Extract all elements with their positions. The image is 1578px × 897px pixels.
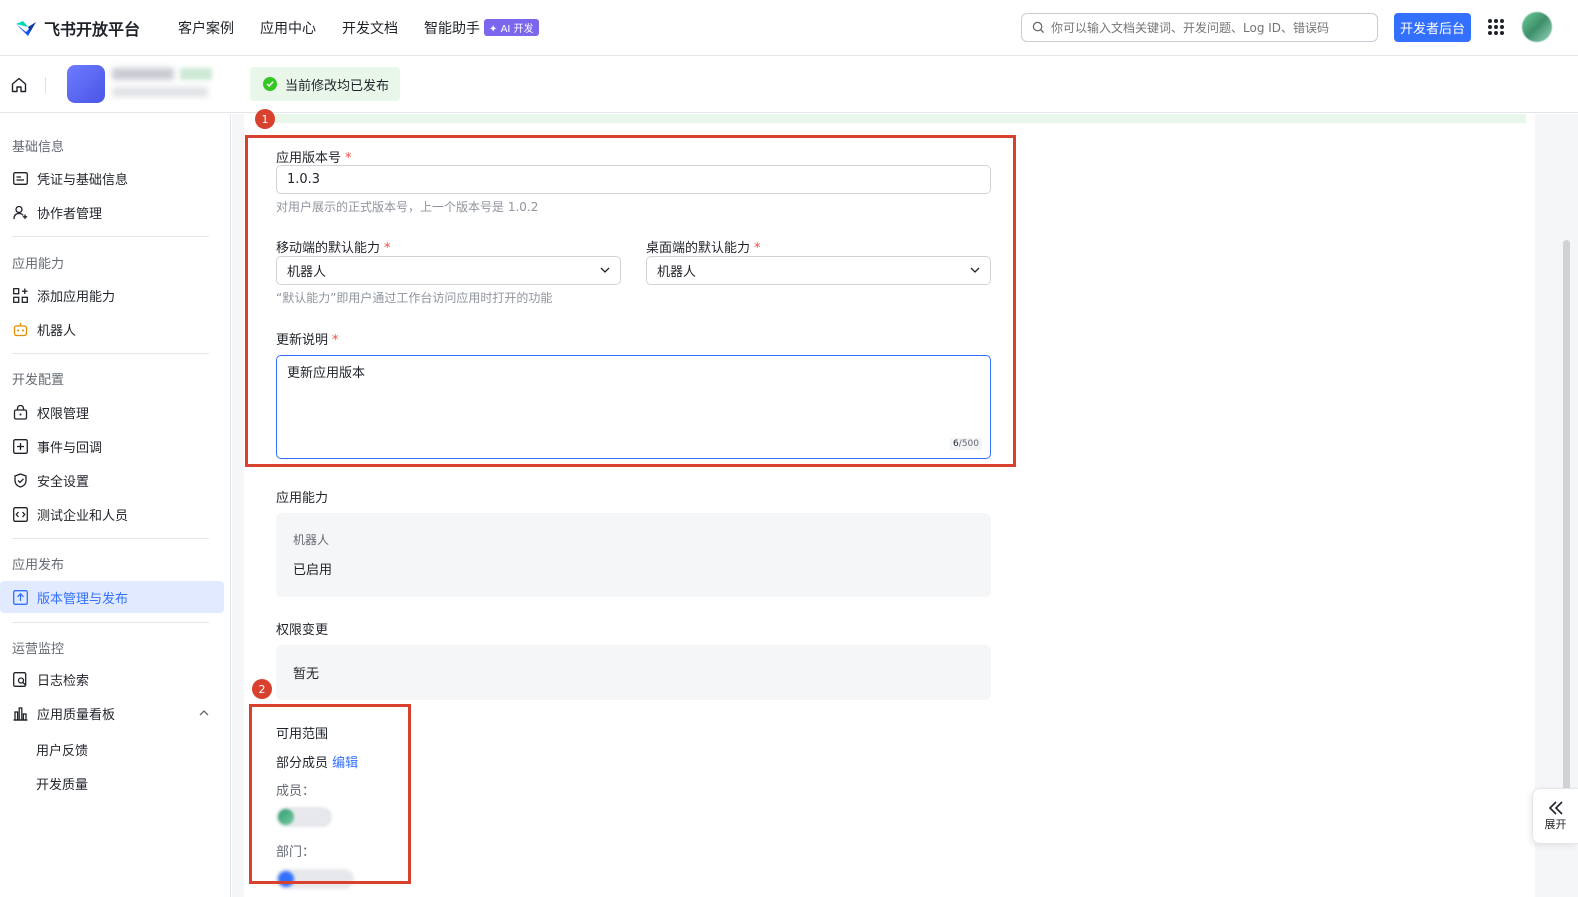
sidebar-divider <box>12 236 209 237</box>
robot-icon <box>12 321 28 337</box>
ai-badge: ✦ AI 开发 <box>484 19 539 36</box>
feishu-logo[interactable]: 飞书开放平台 <box>14 16 140 40</box>
scrollbar-thumb[interactable] <box>1563 240 1570 790</box>
user-add-icon <box>12 204 28 220</box>
sidebar-item-credentials[interactable]: 凭证与基础信息 <box>0 162 224 194</box>
sidebar-item-test-tenants[interactable]: 测试企业和人员 <box>0 498 224 530</box>
nav-smart-assistant[interactable]: 智能助手 ✦ AI 开发 <box>424 18 539 38</box>
double-chevron-left-icon <box>1548 801 1563 815</box>
sidebar: 基础信息 凭证与基础信息 协作者管理 应用能力 添加应用能力 机器人 开发配置 … <box>0 114 231 897</box>
nav-dev-docs[interactable]: 开发文档 <box>342 18 398 38</box>
sidebar-item-label: 事件与回调 <box>37 440 103 456</box>
search-icon <box>1032 21 1045 34</box>
check-circle-icon <box>263 77 277 91</box>
feishu-logo-icon <box>14 18 38 38</box>
sidebar-item-label: 测试企业和人员 <box>37 508 129 524</box>
capability-name: 机器人 <box>293 533 330 547</box>
app-id-redacted <box>112 87 208 97</box>
sidebar-divider <box>12 622 209 623</box>
log-search-icon <box>12 671 28 687</box>
lock-icon <box>12 404 28 420</box>
sidebar-item-collaborators[interactable]: 协作者管理 <box>0 196 224 228</box>
permission-change-box: 暂无 <box>276 645 991 700</box>
sidebar-section-basic: 基础信息 <box>12 140 65 155</box>
sidebar-item-quality-board[interactable]: 应用质量看板 <box>0 697 224 729</box>
status-strip <box>274 114 1526 123</box>
search-input[interactable] <box>1051 20 1371 35</box>
app-tag-redacted <box>180 68 212 80</box>
permission-change-value: 暂无 <box>293 667 320 682</box>
event-plus-icon <box>12 438 28 454</box>
app-grid-icon[interactable] <box>1488 19 1504 35</box>
sidebar-item-label: 应用质量看板 <box>37 707 116 723</box>
expand-label: 展开 <box>1544 818 1567 831</box>
top-nav: 飞书开放平台 客户案例 应用中心 开发文档 智能助手✦ AI 开发 开发者后台 <box>0 0 1578 56</box>
chevron-up-icon[interactable] <box>199 709 209 716</box>
annotation-badge-1: 1 <box>255 109 275 129</box>
sidebar-item-label: 协作者管理 <box>37 206 103 222</box>
capability-status: 已启用 <box>293 563 333 578</box>
nav-smart-assistant-label: 智能助手 <box>424 20 481 37</box>
capability-box: 机器人 已启用 <box>276 513 991 597</box>
sidebar-divider <box>12 538 209 539</box>
sidebar-item-label: 添加应用能力 <box>37 289 116 305</box>
sidebar-section-release: 应用发布 <box>12 558 65 573</box>
sidebar-item-events[interactable]: 事件与回调 <box>0 430 224 462</box>
sidebar-item-label: 版本管理与发布 <box>37 591 129 607</box>
sidebar-item-add-capability[interactable]: 添加应用能力 <box>0 279 224 311</box>
app-icon <box>67 65 105 103</box>
user-avatar[interactable] <box>1522 12 1552 42</box>
annotation-box-2 <box>249 704 411 884</box>
sidebar-item-label: 凭证与基础信息 <box>37 172 129 188</box>
nav-customer-cases[interactable]: 客户案例 <box>178 18 234 38</box>
sidebar-item-log-search[interactable]: 日志检索 <box>0 663 224 695</box>
sidebar-section-monitoring: 运营监控 <box>12 642 65 657</box>
home-icon[interactable] <box>10 76 28 94</box>
sidebar-section-capabilities: 应用能力 <box>12 257 65 272</box>
logo-text: 飞书开放平台 <box>44 19 141 39</box>
upload-box-icon <box>12 589 28 605</box>
bar-chart-icon <box>12 705 28 721</box>
sidebar-item-label: 机器人 <box>37 323 77 339</box>
sidebar-item-version-release[interactable]: 版本管理与发布 <box>0 581 224 613</box>
sidebar-item-bot[interactable]: 机器人 <box>0 313 224 345</box>
developer-console-button[interactable]: 开发者后台 <box>1394 13 1471 42</box>
sidebar-item-permissions[interactable]: 权限管理 <box>0 396 224 428</box>
annotation-badge-2: 2 <box>252 679 272 699</box>
nav-app-center[interactable]: 应用中心 <box>260 18 316 38</box>
sidebar-section-dev-config: 开发配置 <box>12 373 65 388</box>
sidebar-item-label: 权限管理 <box>37 406 90 422</box>
nav-links: 客户案例 应用中心 开发文档 智能助手 ✦ AI 开发 <box>178 18 565 38</box>
publish-status-banner: 当前修改均已发布 <box>250 67 400 101</box>
publish-status-text: 当前修改均已发布 <box>285 78 390 94</box>
search-box[interactable] <box>1021 13 1378 42</box>
divider <box>45 77 46 93</box>
app-header-bar: 当前修改均已发布 <box>0 57 1578 113</box>
sidebar-item-security[interactable]: 安全设置 <box>0 464 224 496</box>
app-name-redacted <box>112 68 174 80</box>
sidebar-subitem-dev-quality[interactable]: 开发质量 <box>36 774 88 793</box>
expand-panel-button[interactable]: 展开 <box>1532 788 1578 844</box>
sidebar-item-label: 安全设置 <box>37 474 90 490</box>
code-box-icon <box>12 506 28 522</box>
permission-change-label: 权限变更 <box>276 623 329 638</box>
capability-section-label: 应用能力 <box>276 491 329 506</box>
shield-check-icon <box>12 472 28 488</box>
annotation-box-1 <box>245 135 1016 467</box>
sidebar-divider <box>12 353 209 354</box>
sidebar-item-label: 日志检索 <box>37 673 90 689</box>
apps-add-icon <box>12 287 28 303</box>
sidebar-subitem-user-feedback[interactable]: 用户反馈 <box>36 740 88 759</box>
id-card-icon <box>12 170 28 186</box>
